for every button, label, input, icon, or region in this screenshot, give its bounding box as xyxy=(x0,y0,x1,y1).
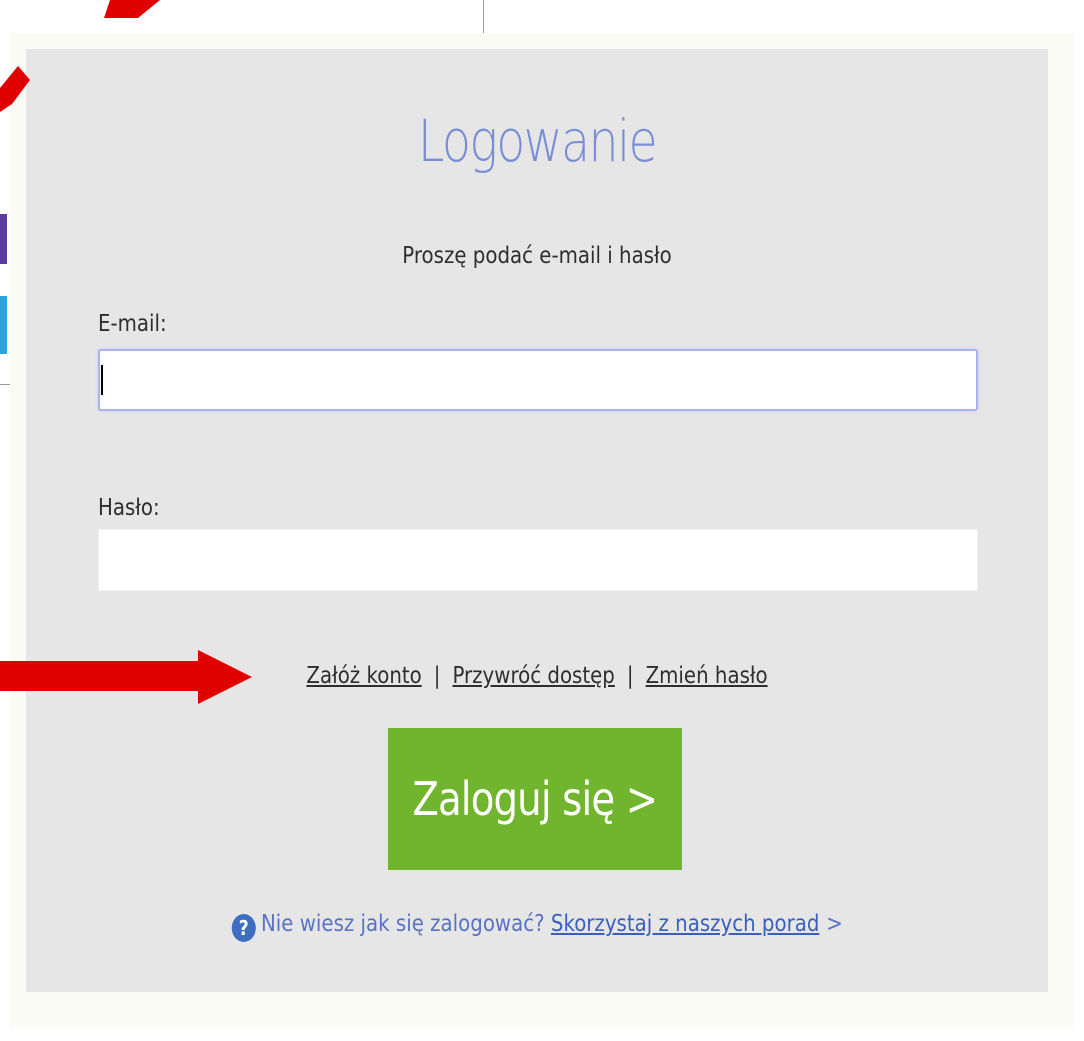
password-field[interactable] xyxy=(98,529,978,591)
chevron-right-icon: > xyxy=(825,911,843,937)
login-panel: Logowanie Proszę podać e-mail i hasło E-… xyxy=(26,49,1048,992)
help-line-content: ? Nie wiesz jak się zalogować? Skorzystaj… xyxy=(231,911,843,942)
change-password-link[interactable]: Zmień hasło xyxy=(646,663,768,689)
background-purple-tab xyxy=(0,214,7,264)
text-caret xyxy=(101,365,103,395)
help-question: Nie wiesz jak się zalogować? xyxy=(260,911,545,937)
link-separator: | xyxy=(626,663,634,689)
question-circle-icon: ? xyxy=(231,914,256,942)
login-container: Logowanie Proszę podać e-mail i hasło E-… xyxy=(10,33,1074,1027)
help-tips-link[interactable]: Skorzystaj z naszych porad xyxy=(551,911,819,937)
help-line: ? Nie wiesz jak się zalogować? Skorzystaj… xyxy=(26,911,1048,942)
restore-access-link[interactable]: Przywróć dostęp xyxy=(452,663,614,689)
password-label: Hasło: xyxy=(98,495,160,521)
link-separator: | xyxy=(433,663,441,689)
create-account-link[interactable]: Załóż konto xyxy=(306,663,421,689)
login-button-label: Zaloguj się > xyxy=(412,772,659,826)
email-label: E-mail: xyxy=(98,311,167,337)
account-links: Załóż konto | Przywróć dostęp | Zmień hasło xyxy=(98,663,977,689)
login-instructions: Proszę podać e-mail i hasło xyxy=(402,243,672,269)
background-blue-tab xyxy=(0,296,7,354)
login-button[interactable]: Zaloguj się > xyxy=(388,728,682,870)
page-title: Logowanie xyxy=(417,107,658,175)
email-field[interactable] xyxy=(98,349,978,411)
